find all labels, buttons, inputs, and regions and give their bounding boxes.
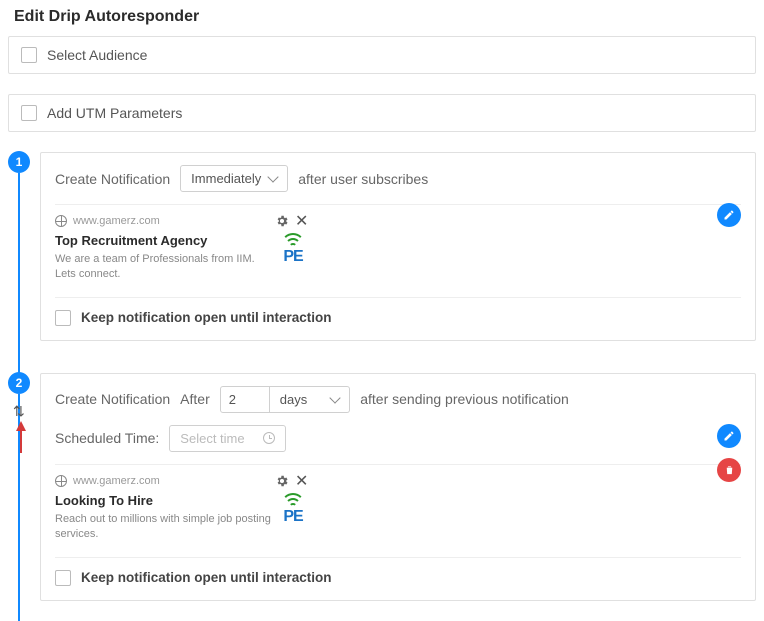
step-badge: 1	[8, 151, 30, 173]
keep-open-label: Keep notification open until interaction	[81, 310, 332, 325]
edit-button[interactable]	[717, 203, 741, 227]
page-title: Edit Drip Autoresponder	[0, 0, 764, 36]
timing-after-text: after user subscribes	[298, 171, 428, 187]
step-card: Create Notification After 2 days after s…	[40, 373, 756, 601]
preview-body: We are a team of Professionals from IIM.…	[55, 252, 275, 283]
arrow-up-icon	[16, 421, 26, 458]
keep-open-row: Keep notification open until interaction	[55, 297, 741, 326]
delay-unit-value: days	[280, 392, 307, 407]
scheduled-time-label: Scheduled Time:	[55, 430, 159, 446]
keep-open-label: Keep notification open until interaction	[81, 570, 332, 585]
utm-label: Add UTM Parameters	[47, 105, 182, 121]
keep-open-row: Keep notification open until interaction	[55, 557, 741, 586]
select-audience-panel[interactable]: Select Audience	[8, 36, 756, 74]
brand-badge: PE	[275, 493, 311, 525]
time-select[interactable]: Select time	[169, 425, 285, 452]
close-icon[interactable]: ✕	[295, 471, 308, 491]
utm-panel[interactable]: Add UTM Parameters	[8, 94, 756, 132]
delay-input[interactable]: 2	[220, 386, 270, 413]
create-notification-label: Create Notification	[55, 171, 170, 187]
step-2: 2 ⇅ Create Notification After 2 days aft…	[8, 373, 756, 601]
swap-icon[interactable]: ⇅	[13, 403, 25, 420]
select-audience-label: Select Audience	[47, 47, 147, 63]
keep-open-checkbox[interactable]	[55, 310, 71, 326]
preview-title: Looking To Hire	[55, 493, 275, 508]
timing-select[interactable]: Immediately	[180, 165, 288, 192]
notification-preview: www.gamerz.com Top Recruitment Agency We…	[55, 204, 741, 297]
step-1: 1 Create Notification Immediately after …	[8, 152, 756, 341]
utm-checkbox[interactable]	[21, 105, 37, 121]
chevron-down-icon	[268, 171, 279, 182]
preview-domain: www.gamerz.com	[73, 215, 160, 227]
keep-open-checkbox[interactable]	[55, 570, 71, 586]
preview-title: Top Recruitment Agency	[55, 233, 275, 248]
globe-icon	[55, 215, 67, 227]
preview-domain: www.gamerz.com	[73, 475, 160, 487]
timing-after-text: after sending previous notification	[360, 391, 569, 407]
gear-icon[interactable]	[275, 214, 289, 228]
close-icon[interactable]: ✕	[295, 211, 308, 231]
brand-badge: PE	[275, 233, 311, 265]
preview-body: Reach out to millions with simple job po…	[55, 512, 275, 543]
timing-select-value: Immediately	[191, 171, 261, 186]
time-placeholder: Select time	[180, 431, 244, 446]
globe-icon	[55, 475, 67, 487]
create-notification-label: Create Notification	[55, 391, 170, 407]
gear-icon[interactable]	[275, 474, 289, 488]
chevron-down-icon	[330, 392, 341, 403]
clock-icon	[263, 432, 275, 444]
after-word: After	[180, 391, 210, 407]
step-connector	[18, 173, 20, 381]
notification-preview: www.gamerz.com Looking To Hire Reach out…	[55, 464, 741, 557]
select-audience-checkbox[interactable]	[21, 47, 37, 63]
delay-unit-select[interactable]: days	[270, 386, 350, 413]
edit-button[interactable]	[717, 424, 741, 448]
step-badge: 2	[8, 372, 30, 394]
step-card: Create Notification Immediately after us…	[40, 152, 756, 341]
delete-button[interactable]	[717, 458, 741, 482]
